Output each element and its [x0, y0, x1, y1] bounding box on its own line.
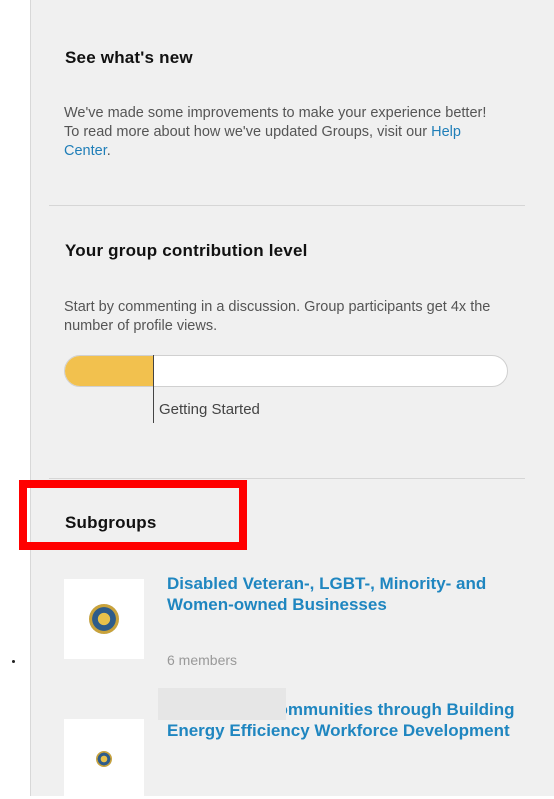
subgroup-link[interactable]: Disabled Veteran-, LGBT-, Minority- and …: [167, 573, 517, 615]
subgroup-logo[interactable]: [64, 719, 144, 799]
contribution-progress-bar: [64, 355, 508, 387]
contribution-body: Start by commenting in a discussion. Gro…: [64, 299, 491, 334]
subgroup-logo[interactable]: [64, 579, 144, 659]
subgroups-highlight-box: [19, 480, 247, 550]
right-rail-panel: See what's new We've made some improveme…: [19, 0, 554, 799]
contribution-level-label: Getting Started: [159, 401, 260, 418]
progress-fill: [65, 356, 154, 386]
section-divider: [49, 205, 525, 206]
redacted-text-block: [158, 688, 286, 720]
whats-new-text: We've made some improvements to make you…: [64, 105, 487, 140]
whats-new-title: See what's new: [65, 48, 193, 67]
subgroup-member-count: 6 members: [167, 652, 238, 668]
contribution-title: Your group contribution level: [65, 241, 308, 260]
whats-new-period: .: [106, 143, 111, 159]
section-divider: [49, 478, 525, 479]
seal-logo-icon: [96, 751, 112, 767]
seal-logo-icon: [89, 604, 119, 634]
whats-new-body: We've made some improvements to make you…: [64, 104, 504, 161]
stray-dot: [12, 660, 15, 663]
progress-marker: [153, 355, 154, 423]
